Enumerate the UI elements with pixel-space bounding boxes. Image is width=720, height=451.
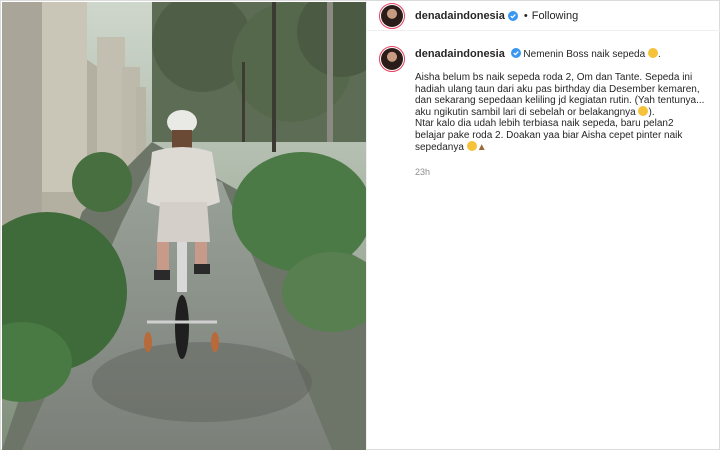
caption-head: denadaindonesia Nemenin Boss naik sepeda… (415, 48, 661, 60)
caption-line: sepedanya (415, 142, 464, 154)
header-divider (367, 30, 720, 31)
caption-line: Ntar kalo dia udah lebih terbiasa naik s… (415, 118, 674, 130)
caption-line: hadiah ulang taun dari aku pas birthday … (415, 83, 700, 95)
header-username[interactable]: denadaindonesia (415, 10, 505, 22)
grinning-face-emoji (647, 48, 658, 58)
instagram-post-frame: denadaindonesia • Following denadaindone… (0, 0, 720, 451)
caption-avatar[interactable] (379, 46, 405, 72)
photo-illustration (2, 2, 366, 450)
caption-row: denadaindonesia Nemenin Boss naik sepeda… (379, 46, 709, 179)
post-timestamp[interactable]: 23h (415, 167, 709, 178)
caption-username[interactable]: denadaindonesia (415, 48, 505, 60)
following-button[interactable]: Following (532, 10, 578, 22)
caption-line: belajar pake roda 2. Doakan yaa biar Ais… (415, 129, 683, 141)
caption: denadaindonesia Nemenin Boss naik sepeda… (415, 46, 709, 179)
avatar[interactable] (379, 2, 405, 29)
caption-line: aku ngikutin sambil lari di sebelah or b… (415, 107, 636, 119)
smiling-face-emoji (466, 141, 477, 152)
post-photo[interactable] (2, 2, 366, 450)
caption-line: Aisha belum bs naik sepeda roda 2, Om da… (415, 72, 693, 84)
post-header: denadaindonesia • Following (367, 1, 720, 30)
folded-hands-emoji: ▲ (476, 142, 487, 154)
caption-head-text: Nemenin Boss naik sepeda (523, 49, 646, 60)
post-sidebar: denadaindonesia • Following denadaindone… (366, 1, 720, 451)
verified-badge-icon (510, 48, 521, 58)
separator-dot: • (523, 9, 528, 22)
caption-line: dan sekarang sepedaan keliling jd kegiat… (415, 94, 705, 106)
laughing-face-emoji (638, 106, 649, 117)
verified-badge-icon (507, 10, 518, 21)
caption-avatar-image (381, 48, 403, 70)
caption-line-with-emoji: aku ngikutin sambil lari di sebelah or b… (415, 106, 655, 119)
caption-line-with-emoji: sepedanya ▲ (415, 141, 709, 153)
avatar-image (381, 4, 403, 27)
